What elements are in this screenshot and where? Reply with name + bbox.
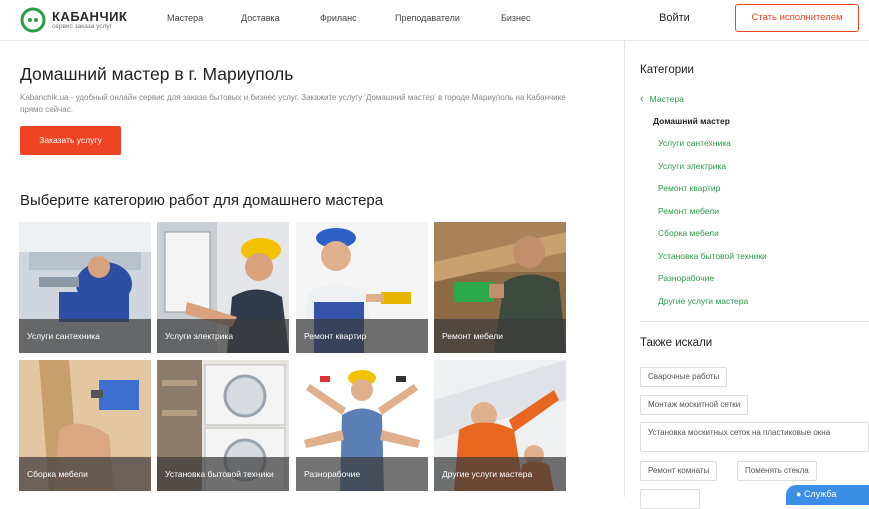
back-to-masters-link[interactable]: ‹ Мастера [640,93,684,105]
sidebar-link-plumbing[interactable]: Услуги сантехника [658,138,731,148]
category-tile-handymen[interactable]: Разнорабочие [296,360,428,491]
tag-mosquito-net-windows[interactable]: Установка москитных сеток на пластиковые… [640,422,869,452]
current-category: Домашний мастер [653,116,730,126]
sidebar-link-furniture-repair[interactable]: Ремонт мебели [658,206,719,216]
top-header: КАБАНЧИК сервис заказа услуг Мастера Дос… [0,0,869,41]
login-link[interactable]: Войти [659,12,690,24]
logo-subtitle: сервис заказа услуг [52,23,112,30]
tag-more[interactable] [640,489,700,509]
sidebar-divider [640,321,869,322]
category-tile-plumbing[interactable]: Услуги сантехника [19,222,151,353]
tile-label: Разнорабочие [296,457,428,491]
category-tile-apartment-repair[interactable]: Ремонт квартир [296,222,428,353]
logo-piglet-icon [20,7,46,33]
sidebar-link-apartment-repair[interactable]: Ремонт квартир [658,183,720,193]
also-searched-title: Также искали [640,337,713,349]
nav-item-delivery[interactable]: Доставка [241,13,280,23]
column-divider [624,41,625,497]
page-description: Kabanchik.ua - удобный онлайн сервис для… [20,93,566,114]
page-title: Домашний мастер в г. Мариуполь [20,64,294,84]
sidebar-link-electrician[interactable]: Услуги электрика [658,161,726,171]
sidebar-link-appliance-install[interactable]: Установка бытовой техники [658,251,767,261]
nav-item-teachers[interactable]: Преподаватели [395,13,460,23]
tile-label: Другие услуги мастера [434,457,566,491]
order-service-button[interactable]: Заказать услугу [20,126,121,155]
category-tile-other-services[interactable]: Другие услуги мастера [434,360,566,491]
category-tile-appliance-install[interactable]: Установка бытовой техники [157,360,289,491]
support-label: Служба [803,489,837,499]
support-chat-button[interactable]: ● Служба [786,485,869,505]
become-performer-button[interactable]: Стать исполнителем [735,4,859,32]
category-tile-furniture-assembly[interactable]: Сборка мебели [19,360,151,491]
tag-room-repair[interactable]: Ремонт комнаты [640,461,718,481]
logo[interactable]: КАБАНЧИК сервис заказа услуг [20,7,130,33]
tag-replace-glass[interactable]: Поменять стекла [737,461,817,481]
categories-title: Категории [640,64,694,76]
nav-item-business[interactable]: Бизнес [501,13,531,23]
tile-label: Услуги сантехника [19,319,151,353]
logo-title: КАБАНЧИК [52,9,128,24]
tile-label: Установка бытовой техники [157,457,289,491]
back-label: Мастера [649,94,684,104]
category-tile-furniture-repair[interactable]: Ремонт мебели [434,222,566,353]
tile-label: Услуги электрика [157,319,289,353]
nav-item-freelance[interactable]: Фриланс [320,13,357,23]
tile-label: Сборка мебели [19,457,151,491]
sidebar-link-other[interactable]: Другие услуги мастера [658,296,748,306]
tile-label: Ремонт квартир [296,319,428,353]
section-title: Выберите категорию работ для домашнего м… [20,192,384,209]
tag-mosquito-net[interactable]: Монтаж москитной сетки [640,395,749,415]
chevron-left-icon: ‹ [640,93,644,105]
category-tile-electrician[interactable]: Услуги электрика [157,222,289,353]
sidebar-link-furniture-assembly[interactable]: Сборка мебели [658,228,719,238]
nav-item-masters[interactable]: Мастера [167,13,203,23]
tag-welding[interactable]: Сварочные работы [640,367,728,387]
tile-label: Ремонт мебели [434,319,566,353]
chat-icon: ● [796,489,804,499]
sidebar-link-handymen[interactable]: Разнорабочие [658,273,714,283]
